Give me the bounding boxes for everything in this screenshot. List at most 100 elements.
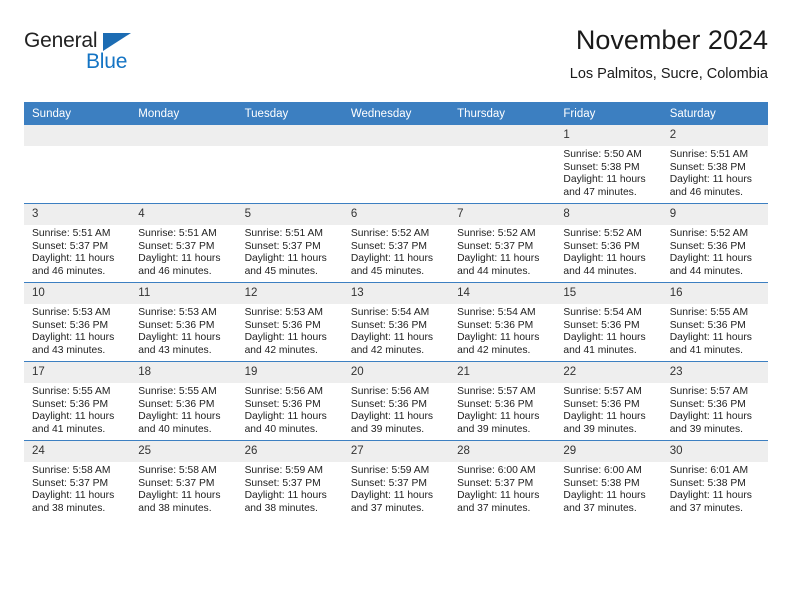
- calendar-day-cell[interactable]: 9 Sunrise: 5:52 AM Sunset: 5:36 PM Daylight…: [661, 203, 768, 283]
- calendar-empty-cell: [24, 125, 131, 204]
- logo-text-blue: Blue: [86, 50, 128, 73]
- weekday-header-tuesday: Tuesday: [236, 102, 343, 125]
- daylight-text-line1: Daylight: 11 hours: [138, 490, 221, 502]
- calendar-day-cell[interactable]: 4 Sunrise: 5:51 AM Sunset: 5:37 PM Daylight…: [130, 203, 237, 283]
- daylight-text-line1: Daylight: 11 hours: [563, 174, 646, 186]
- day-cell-content: 22 Sunrise: 5:57 AM Sunset: 5:36 PM Dayligh…: [555, 362, 662, 440]
- daylight-text-line2: and 42 minutes.: [244, 344, 318, 356]
- daylight-text-line1: Daylight: 11 hours: [457, 490, 540, 502]
- day-cell-content: 8 Sunrise: 5:52 AM Sunset: 5:36 PM Daylight…: [555, 204, 662, 282]
- sunset-text: Sunset: 5:37 PM: [32, 240, 109, 252]
- sunset-text: Sunset: 5:36 PM: [350, 398, 427, 410]
- daylight-text-line1: Daylight: 11 hours: [457, 253, 540, 265]
- day-number: 13: [342, 283, 450, 304]
- calendar-day-cell[interactable]: 24 Sunrise: 5:58 AM Sunset: 5:37 PM Dayligh…: [24, 440, 131, 519]
- calendar-day-cell[interactable]: 30 Sunrise: 6:01 AM Sunset: 5:38 PM Dayligh…: [661, 440, 768, 519]
- calendar-day-cell[interactable]: 11 Sunrise: 5:53 AM Sunset: 5:36 PM Dayligh…: [130, 282, 237, 362]
- sunrise-text: Sunrise: 6:00 AM: [457, 465, 536, 476]
- sunset-text: Sunset: 5:37 PM: [244, 477, 321, 489]
- day-sun-info: Sunrise: 5:52 AM Sunset: 5:37 PM Daylight:…: [449, 225, 555, 278]
- sunrise-text: Sunrise: 5:52 AM: [563, 228, 642, 239]
- day-sun-info: Sunrise: 5:56 AM Sunset: 5:36 PM Daylight:…: [343, 383, 449, 436]
- daylight-text-line1: Daylight: 11 hours: [244, 253, 327, 265]
- calendar-day-cell[interactable]: 22 Sunrise: 5:57 AM Sunset: 5:36 PM Dayligh…: [555, 361, 662, 441]
- calendar-week-row: 10 Sunrise: 5:53 AM Sunset: 5:36 PM Dayligh…: [24, 282, 768, 362]
- page-subtitle: Los Palmitos, Sucre, Colombia: [569, 66, 768, 82]
- day-number: 19: [236, 362, 343, 383]
- day-number: 30: [661, 441, 768, 462]
- day-number: 17: [24, 362, 131, 383]
- calendar-day-cell[interactable]: 29 Sunrise: 6:00 AM Sunset: 5:38 PM Dayligh…: [555, 440, 662, 519]
- calendar-day-cell[interactable]: 5 Sunrise: 5:51 AM Sunset: 5:37 PM Daylight…: [236, 203, 343, 283]
- calendar-header-row: Sunday Monday Tuesday Wednesday Thursday…: [24, 102, 768, 125]
- day-cell-content: [236, 125, 343, 203]
- day-cell-content: 16 Sunrise: 5:55 AM Sunset: 5:36 PM Dayligh…: [661, 283, 768, 361]
- day-number: 9: [661, 204, 768, 225]
- calendar-day-cell[interactable]: 6 Sunrise: 5:52 AM Sunset: 5:37 PM Daylight…: [342, 203, 450, 283]
- daylight-text-line2: and 42 minutes.: [350, 344, 425, 356]
- daylight-text-line2: and 45 minutes.: [244, 265, 318, 277]
- general-blue-logo[interactable]: General Blue: [24, 24, 134, 76]
- sunrise-text: Sunrise: 5:56 AM: [244, 386, 323, 397]
- calendar-day-cell[interactable]: 25 Sunrise: 5:58 AM Sunset: 5:37 PM Dayligh…: [130, 440, 237, 519]
- day-cell-content: 20 Sunrise: 5:56 AM Sunset: 5:36 PM Dayligh…: [342, 362, 450, 440]
- calendar-day-cell[interactable]: 7 Sunrise: 5:52 AM Sunset: 5:37 PM Daylight…: [449, 203, 556, 283]
- day-cell-content: 9 Sunrise: 5:52 AM Sunset: 5:36 PM Daylight…: [661, 204, 768, 282]
- day-sun-info: Sunrise: 5:55 AM Sunset: 5:36 PM Daylight:…: [130, 383, 236, 436]
- sunrise-text: Sunrise: 5:52 AM: [457, 228, 536, 239]
- sunrise-text: Sunrise: 5:56 AM: [350, 386, 430, 397]
- daylight-text-line1: Daylight: 11 hours: [669, 253, 752, 265]
- calendar-day-cell[interactable]: 28 Sunrise: 6:00 AM Sunset: 5:37 PM Dayligh…: [449, 440, 556, 519]
- sunrise-text: Sunrise: 5:51 AM: [138, 228, 217, 239]
- calendar-day-cell[interactable]: 20 Sunrise: 5:56 AM Sunset: 5:36 PM Dayligh…: [342, 361, 450, 441]
- sunrise-text: Sunrise: 5:51 AM: [32, 228, 111, 239]
- sunset-text: Sunset: 5:36 PM: [457, 319, 534, 331]
- sunrise-text: Sunrise: 5:54 AM: [457, 307, 536, 318]
- calendar-day-cell[interactable]: 15 Sunrise: 5:54 AM Sunset: 5:36 PM Dayligh…: [555, 282, 662, 362]
- day-sun-info: Sunrise: 5:58 AM Sunset: 5:37 PM Daylight:…: [24, 462, 130, 515]
- calendar-week-row: 3 Sunrise: 5:51 AM Sunset: 5:37 PM Daylight…: [24, 203, 768, 283]
- sunset-text: Sunset: 5:37 PM: [457, 240, 534, 252]
- day-cell-content: 7 Sunrise: 5:52 AM Sunset: 5:37 PM Daylight…: [449, 204, 556, 282]
- calendar-day-cell[interactable]: 18 Sunrise: 5:55 AM Sunset: 5:36 PM Dayligh…: [130, 361, 237, 441]
- day-sun-info: Sunrise: 5:55 AM Sunset: 5:36 PM Daylight:…: [662, 304, 768, 357]
- day-number: 24: [24, 441, 131, 462]
- calendar-day-cell[interactable]: 17 Sunrise: 5:55 AM Sunset: 5:36 PM Dayligh…: [24, 361, 131, 441]
- day-sun-info: Sunrise: 5:54 AM Sunset: 5:36 PM Daylight:…: [449, 304, 555, 357]
- calendar-day-cell[interactable]: 8 Sunrise: 5:52 AM Sunset: 5:36 PM Daylight…: [555, 203, 662, 283]
- daylight-text-line1: Daylight: 11 hours: [138, 332, 221, 344]
- day-sun-info: Sunrise: 5:54 AM Sunset: 5:36 PM Daylight:…: [343, 304, 449, 357]
- sunset-text: Sunset: 5:38 PM: [563, 477, 640, 489]
- calendar-day-cell[interactable]: 27 Sunrise: 5:59 AM Sunset: 5:37 PM Dayligh…: [342, 440, 450, 519]
- calendar-day-cell[interactable]: 23 Sunrise: 5:57 AM Sunset: 5:36 PM Dayligh…: [661, 361, 768, 441]
- calendar-day-cell[interactable]: 19 Sunrise: 5:56 AM Sunset: 5:36 PM Dayligh…: [236, 361, 343, 441]
- calendar-page: General Blue November 2024 Los Palmitos,…: [0, 0, 792, 612]
- daylight-text-line2: and 39 minutes.: [350, 423, 425, 435]
- calendar-day-cell[interactable]: 10 Sunrise: 5:53 AM Sunset: 5:36 PM Dayligh…: [24, 282, 131, 362]
- sunrise-text: Sunrise: 5:53 AM: [138, 307, 217, 318]
- day-cell-content: 3 Sunrise: 5:51 AM Sunset: 5:37 PM Daylight…: [24, 204, 131, 282]
- calendar-week-row: 24 Sunrise: 5:58 AM Sunset: 5:37 PM Dayligh…: [24, 440, 768, 519]
- calendar-empty-cell: [236, 125, 343, 204]
- logo-triangle-icon: [103, 33, 131, 51]
- day-sun-info: Sunrise: 5:59 AM Sunset: 5:37 PM Daylight:…: [237, 462, 343, 515]
- calendar-day-cell[interactable]: 13 Sunrise: 5:54 AM Sunset: 5:36 PM Dayligh…: [342, 282, 450, 362]
- daylight-text-line1: Daylight: 11 hours: [32, 332, 115, 344]
- calendar-day-cell[interactable]: 14 Sunrise: 5:54 AM Sunset: 5:36 PM Dayligh…: [449, 282, 556, 362]
- daylight-text-line2: and 37 minutes.: [563, 502, 637, 514]
- day-sun-info: Sunrise: 5:56 AM Sunset: 5:36 PM Daylight:…: [237, 383, 343, 436]
- sunset-text: Sunset: 5:36 PM: [138, 319, 215, 331]
- calendar-day-cell[interactable]: 26 Sunrise: 5:59 AM Sunset: 5:37 PM Dayligh…: [236, 440, 343, 519]
- calendar-day-cell[interactable]: 1 Sunrise: 5:50 AM Sunset: 5:38 PM Daylight…: [555, 125, 662, 204]
- daylight-text-line2: and 37 minutes.: [669, 502, 743, 514]
- calendar-day-cell[interactable]: 12 Sunrise: 5:53 AM Sunset: 5:36 PM Dayligh…: [236, 282, 343, 362]
- calendar-day-cell[interactable]: 16 Sunrise: 5:55 AM Sunset: 5:36 PM Dayligh…: [661, 282, 768, 362]
- sunset-text: Sunset: 5:36 PM: [669, 240, 746, 252]
- calendar-day-cell[interactable]: 3 Sunrise: 5:51 AM Sunset: 5:37 PM Daylight…: [24, 203, 131, 283]
- calendar-day-cell[interactable]: 2 Sunrise: 5:51 AM Sunset: 5:38 PM Daylight…: [661, 125, 768, 204]
- calendar-empty-cell: [130, 125, 237, 204]
- day-cell-content: 2 Sunrise: 5:51 AM Sunset: 5:38 PM Daylight…: [661, 125, 768, 203]
- calendar-day-cell[interactable]: 21 Sunrise: 5:57 AM Sunset: 5:36 PM Dayligh…: [449, 361, 556, 441]
- day-cell-content: [342, 125, 450, 203]
- calendar-body: 1 Sunrise: 5:50 AM Sunset: 5:38 PM Daylight…: [24, 125, 768, 519]
